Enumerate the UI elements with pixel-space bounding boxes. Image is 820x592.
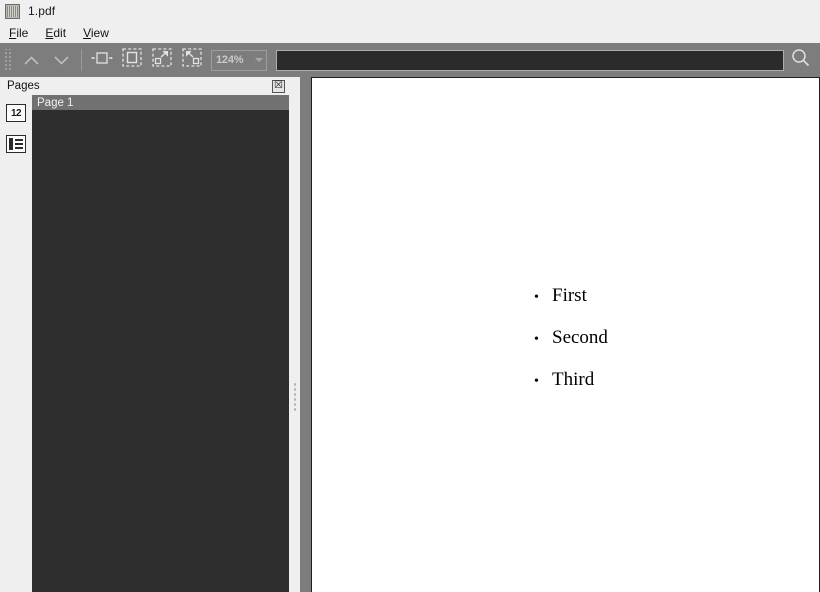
- fit-width-icon: [91, 49, 113, 72]
- menu-edit-label: dit: [53, 25, 67, 40]
- fit-page-icon: [122, 48, 142, 72]
- menu-file-label: ile: [16, 25, 29, 40]
- document-bullet-list: • First • Second • Third: [534, 286, 608, 412]
- pages-sidebar: Pages ☒ 12 Page 1: [0, 77, 289, 592]
- splitter-grip-icon: [293, 382, 296, 412]
- next-page-button[interactable]: [46, 47, 76, 73]
- search-button[interactable]: [784, 47, 816, 73]
- outline-list-icon: [6, 135, 26, 153]
- sidebar-item-outline[interactable]: [4, 132, 28, 156]
- fit-page-button[interactable]: [117, 47, 147, 73]
- zoom-level-dropdown[interactable]: 124%: [211, 49, 267, 71]
- zoom-level-value: 124%: [216, 54, 244, 66]
- close-icon[interactable]: ☒: [272, 79, 285, 93]
- menu-item-file[interactable]: File: [9, 24, 37, 42]
- bullet-icon: •: [534, 374, 539, 389]
- list-item-text: Third: [552, 369, 595, 390]
- menu-item-view[interactable]: View: [83, 24, 118, 42]
- page-thumbnail-list[interactable]: Page 1: [32, 95, 289, 592]
- toolbar: 124%: [0, 43, 820, 77]
- zoom-in-icon: [152, 48, 172, 72]
- toolbar-drag-handle[interactable]: [4, 49, 13, 71]
- search-input[interactable]: [276, 49, 784, 71]
- bullet-icon: •: [534, 332, 539, 347]
- pdf-page: • First • Second • Third: [311, 77, 820, 592]
- pages-panel-body: 12 Page 1: [0, 95, 289, 592]
- panel-splitter[interactable]: [289, 77, 300, 592]
- page-number-icon: 12: [6, 104, 26, 122]
- chevron-down-icon: [255, 58, 263, 62]
- previous-page-button[interactable]: [16, 47, 46, 73]
- menu-view-label: iew: [90, 25, 109, 40]
- list-item: • Third: [534, 370, 608, 389]
- search-area: [276, 47, 816, 73]
- list-item[interactable]: Page 1: [32, 95, 289, 110]
- title-bar: 1.pdf: [0, 0, 820, 22]
- fit-width-button[interactable]: [87, 47, 117, 73]
- pages-panel-header: Pages ☒: [0, 77, 289, 95]
- list-item-text: Second: [552, 327, 608, 348]
- list-item-text: First: [552, 285, 587, 306]
- toolbar-separator: [81, 49, 82, 71]
- menu-item-edit[interactable]: Edit: [45, 24, 75, 42]
- chevron-up-icon: [23, 55, 39, 65]
- sidebar-view-rail: 12: [0, 95, 32, 592]
- main-body: Pages ☒ 12 Page 1 • First • Second • Thi…: [0, 77, 820, 592]
- chevron-down-icon: [53, 55, 69, 65]
- bullet-icon: •: [534, 290, 539, 305]
- zoom-out-button[interactable]: [177, 47, 207, 73]
- pdf-viewer-window: 1.pdf File Edit View 124% Pages ☒ 12 Pag…: [0, 0, 820, 592]
- document-viewer[interactable]: • First • Second • Third: [300, 77, 820, 592]
- list-item: • First: [534, 286, 608, 305]
- menu-view-accel: V: [83, 25, 91, 40]
- zoom-out-icon: [182, 48, 202, 72]
- magnifier-icon: [791, 48, 810, 72]
- list-item: • Second: [534, 328, 608, 347]
- document-thumbnail-icon: [5, 3, 20, 19]
- menu-bar: File Edit View: [0, 22, 820, 43]
- zoom-in-button[interactable]: [147, 47, 177, 73]
- sidebar-item-page-thumbnails[interactable]: 12: [4, 101, 28, 125]
- window-title: 1.pdf: [28, 4, 56, 18]
- pages-panel-title: Pages: [7, 80, 40, 92]
